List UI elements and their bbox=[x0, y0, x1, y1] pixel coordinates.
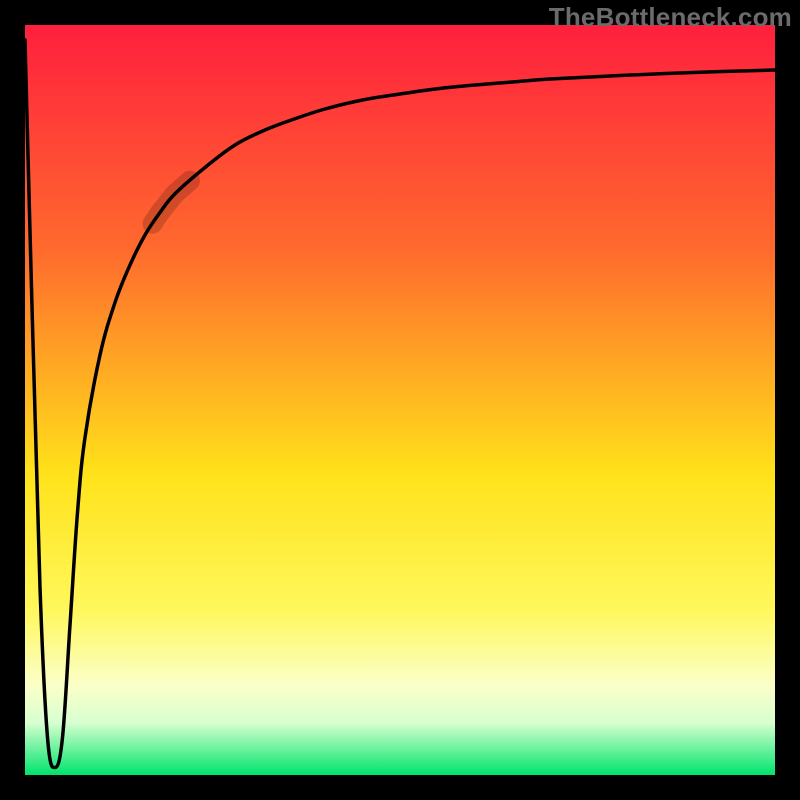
chart-plot-area bbox=[25, 25, 775, 775]
bottleneck-chart bbox=[0, 0, 800, 800]
chart-container: TheBottleneck.com bbox=[0, 0, 800, 800]
